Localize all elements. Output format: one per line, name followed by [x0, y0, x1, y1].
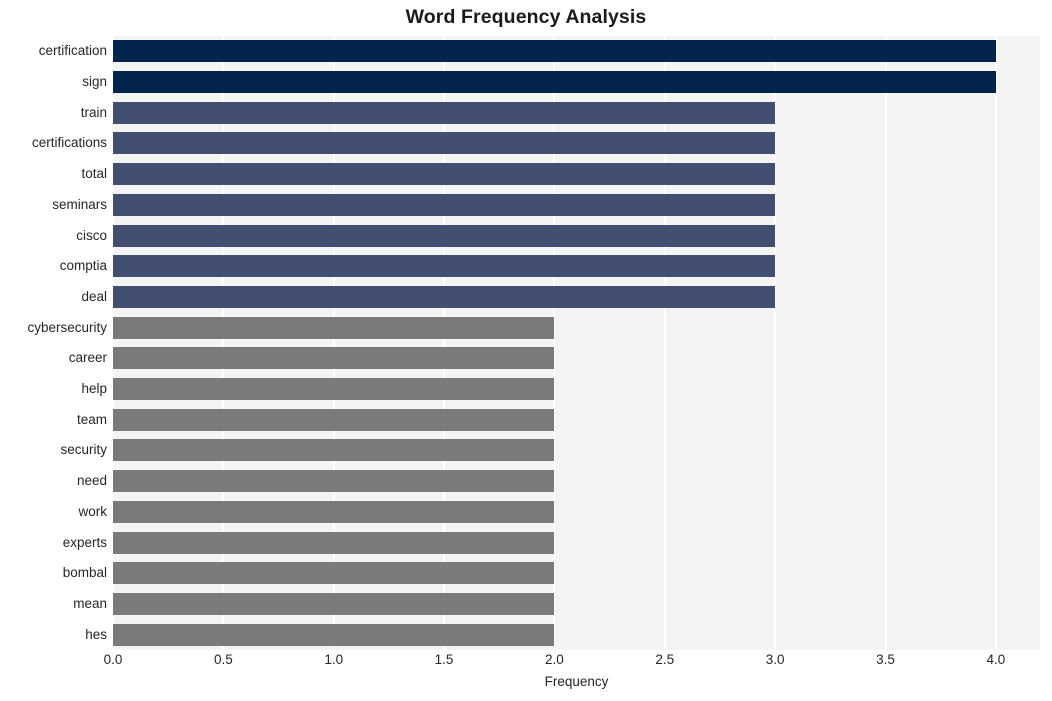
bar-series	[113, 36, 1040, 650]
x-axis-tick-label: 0.5	[213, 652, 233, 667]
y-axis-tick-label: bombal	[62, 565, 107, 581]
bar	[113, 224, 776, 247]
x-axis-tick-label: 2.5	[655, 652, 675, 667]
bar	[113, 500, 555, 523]
y-axis-tick-label: cybersecurity	[27, 319, 107, 335]
y-axis-tick-label: help	[81, 381, 107, 397]
x-axis-title: Frequency	[544, 674, 609, 689]
y-axis-tick-label: train	[80, 104, 107, 120]
x-axis-tick-label: 3.5	[876, 652, 895, 667]
x-axis-tick-labels: 0.0 0.5 1.0 1.5 2.0 2.5 3.0 3.5 4.0	[0, 652, 1052, 674]
y-axis-tick-label: sign	[82, 74, 107, 90]
bar	[113, 562, 555, 585]
bar	[113, 439, 555, 462]
bar	[113, 193, 776, 216]
y-axis-tick-label: certification	[38, 43, 107, 59]
bar	[113, 408, 555, 431]
y-axis-tick-label: hes	[85, 626, 107, 642]
bar	[113, 40, 996, 63]
bar	[113, 470, 555, 493]
y-axis-tick-label: experts	[62, 534, 107, 550]
y-axis-tick-label: need	[76, 473, 107, 489]
bar	[113, 71, 996, 94]
bar	[113, 255, 776, 278]
bar	[113, 132, 776, 155]
bar	[113, 623, 555, 646]
bar	[113, 316, 555, 339]
y-axis-tick-label: team	[76, 411, 107, 427]
y-axis-tick-label: total	[81, 166, 107, 182]
x-axis-tick-label: 2.0	[545, 652, 564, 667]
y-axis-tick-label: work	[78, 503, 107, 519]
bar	[113, 378, 555, 401]
plot-area	[112, 36, 1040, 650]
y-axis-tick-label: career	[68, 350, 107, 366]
x-axis-tick-label: 3.0	[765, 652, 785, 667]
y-axis-tick-label: cisco	[76, 227, 107, 243]
bar	[113, 347, 555, 370]
bar	[113, 285, 776, 308]
bar	[113, 592, 555, 615]
y-axis-tick-label: mean	[73, 595, 107, 611]
bar	[113, 531, 555, 554]
y-axis-tick-label: certifications	[31, 135, 107, 151]
x-axis-tick-label: 0.0	[103, 652, 123, 667]
y-axis-tick-label: comptia	[59, 258, 107, 274]
x-axis-tick-label: 1.0	[324, 652, 344, 667]
chart-figure: Word Frequency Analysis certification sig…	[0, 0, 1052, 701]
x-axis-tick-label: 1.5	[434, 652, 454, 667]
x-axis-tick-label: 4.0	[986, 652, 1006, 667]
y-axis-tick-label: seminars	[52, 196, 107, 212]
y-axis-tick-label: deal	[81, 288, 107, 304]
y-axis-tick-labels: certification sign train certifications tota…	[0, 36, 107, 650]
chart-title: Word Frequency Analysis	[405, 6, 647, 28]
y-axis-tick-label: security	[60, 442, 107, 458]
bar	[113, 163, 776, 186]
bar	[113, 101, 776, 124]
